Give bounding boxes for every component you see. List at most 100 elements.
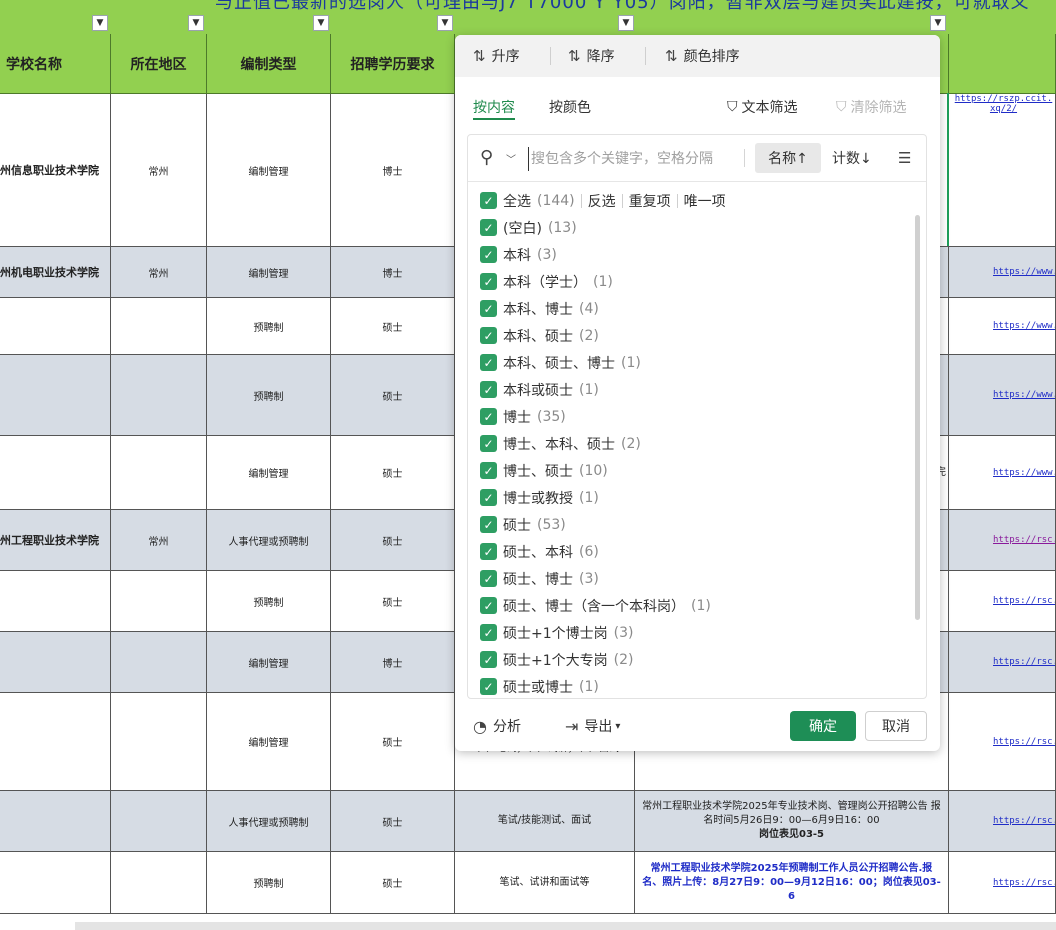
checkbox[interactable]: ✓ — [480, 597, 497, 614]
cell-staffing-type[interactable]: 人事代理或预聘制 — [207, 791, 331, 852]
checkbox[interactable]: ✓ — [480, 435, 497, 452]
checkbox[interactable]: ✓ — [480, 462, 497, 479]
cell-education[interactable]: 硕士 — [331, 298, 455, 355]
cell-region[interactable]: 常州 — [111, 94, 207, 247]
cell-education[interactable]: 硕士 — [331, 693, 455, 791]
cell-staffing-type[interactable]: 预聘制 — [207, 571, 331, 632]
cell-link[interactable]: https://rsc.c — [949, 510, 1056, 571]
hyperlink[interactable]: https://www.czi — [993, 321, 1055, 331]
sort-by-count-button[interactable]: 计数↓ — [832, 143, 872, 173]
cell-region[interactable] — [111, 852, 207, 914]
cell-school-name[interactable]: 州机电职业技术学院 — [0, 247, 111, 298]
checkbox[interactable]: ✓ — [480, 408, 497, 425]
cell-school-name[interactable] — [0, 632, 111, 693]
sort-descending-button[interactable]: ⇅ 降序 — [568, 35, 615, 77]
hyperlink[interactable]: https://rsc.c — [993, 596, 1055, 606]
checkbox[interactable]: ✓ — [480, 192, 497, 209]
filter-popup[interactable]: ⇅ 升序 ⇅ 降序 ⇅ 颜色排序 按内容 按颜色 ⛉ 文本筛选 ⛉ 清除筛选 ⚲… — [455, 35, 940, 751]
cell-education[interactable]: 博士 — [331, 247, 455, 298]
hyperlink[interactable]: xq/2/ — [990, 104, 1017, 114]
list-settings-icon[interactable]: ☰ — [898, 149, 911, 167]
cell-education[interactable]: 硕士 — [331, 510, 455, 571]
checkbox[interactable]: ✓ — [480, 327, 497, 344]
cell-staffing-type[interactable]: 编制管理 — [207, 632, 331, 693]
cell-education[interactable]: 博士 — [331, 94, 455, 247]
cell-school-name[interactable]: 州信息职业技术学院 — [0, 94, 111, 247]
checkbox[interactable]: ✓ — [480, 381, 497, 398]
sort-by-color-button[interactable]: ⇅ 颜色排序 — [665, 35, 740, 77]
checkbox[interactable]: ✓ — [480, 570, 497, 587]
checkbox[interactable]: ✓ — [480, 354, 497, 371]
clear-filter-button[interactable]: ⛉ 清除筛选 — [836, 97, 907, 117]
cell-staffing-type[interactable]: 预聘制 — [207, 355, 331, 436]
hyperlink[interactable]: https://www.czi — [993, 468, 1055, 478]
cell-staffing-type[interactable]: 编制管理 — [207, 247, 331, 298]
cell-region[interactable] — [111, 436, 207, 510]
list-item[interactable]: ✓ 本科、硕士 (2) — [480, 322, 599, 349]
header-staffing-type[interactable]: 编制类型 — [207, 34, 331, 94]
header-education[interactable]: 招聘学历要求 — [331, 34, 455, 94]
checkbox[interactable]: ✓ — [480, 219, 497, 236]
hyperlink[interactable]: https://rsc.c — [993, 657, 1055, 667]
list-item-select-all[interactable]: ✓ 全选 (144) 反选 重复项 唯一项 — [480, 187, 726, 214]
horizontal-scrollbar[interactable] — [75, 922, 1056, 930]
cell-staffing-type[interactable]: 预聘制 — [207, 852, 331, 914]
checkbox[interactable]: ✓ — [480, 651, 497, 668]
cell-link[interactable]: https://rsc.c — [949, 791, 1056, 852]
filter-dropdown-button[interactable]: ▼ — [188, 15, 204, 31]
cell-school-name[interactable] — [0, 355, 111, 436]
export-button[interactable]: ⇥ 导出 ▾ — [565, 716, 620, 736]
cell-exam-method[interactable]: 笔试/技能测试、面试 — [455, 791, 635, 852]
hyperlink[interactable]: https://www.czi — [993, 267, 1055, 277]
cell-region[interactable] — [111, 791, 207, 852]
cell-notice[interactable]: 常州工程职业技术学院2025年专业技术岗、管理岗公开招聘公告 报名时间5月26日… — [635, 791, 949, 852]
list-item[interactable]: ✓ 硕士 (53) — [480, 511, 566, 538]
list-item[interactable]: ✓ 硕士、本科 (6) — [480, 538, 599, 565]
tab-by-content[interactable]: 按内容 — [473, 97, 515, 117]
cell-region[interactable] — [111, 298, 207, 355]
list-item[interactable]: ✓ 硕士+1个博士岗 (3) — [480, 619, 633, 646]
list-item[interactable]: ✓ 博士、本科、硕士 (2) — [480, 430, 641, 457]
filter-dropdown-button[interactable]: ▼ — [930, 15, 946, 31]
cell-school-name[interactable] — [0, 693, 111, 791]
checkbox[interactable]: ✓ — [480, 246, 497, 263]
list-item[interactable]: ✓ 硕士、博士 (3) — [480, 565, 599, 592]
header-region[interactable]: 所在地区 — [111, 34, 207, 94]
filter-dropdown-button[interactable]: ▼ — [92, 15, 108, 31]
cell-school-name[interactable]: 州工程职业技术学院 — [0, 510, 111, 571]
list-item[interactable]: ✓ 硕士+1个大专岗 (2) — [480, 646, 633, 673]
tab-by-color[interactable]: 按颜色 — [549, 97, 591, 117]
hyperlink[interactable]: https://rsc.c — [993, 535, 1055, 545]
header-school-name[interactable]: 学校名称 — [0, 34, 111, 94]
list-item[interactable]: ✓ 硕士、博士（含一个本科岗） (1) — [480, 592, 711, 619]
cell-notice[interactable]: 常州工程职业技术学院2025年预聘制工作人员公开招聘公告.报名、照片上传：8月2… — [635, 852, 949, 914]
cell-link[interactable]: https://rsc.c — [949, 571, 1056, 632]
cell-link[interactable]: https://rsc.c — [949, 693, 1056, 791]
filter-dropdown-button[interactable]: ▼ — [618, 15, 634, 31]
cell-school-name[interactable] — [0, 571, 111, 632]
cell-region[interactable] — [111, 693, 207, 791]
cell-link[interactable]: https://rsc.c — [949, 852, 1056, 914]
cell-education[interactable]: 硕士 — [331, 791, 455, 852]
cell-school-name[interactable] — [0, 298, 111, 355]
cell-link[interactable]: https://www.czi — [949, 436, 1056, 510]
list-item[interactable]: ✓ 博士、硕士 (10) — [480, 457, 608, 484]
cell-education[interactable]: 硕士 — [331, 355, 455, 436]
sort-by-name-button[interactable]: 名称↑ — [755, 143, 821, 173]
cell-region[interactable]: 常州 — [111, 510, 207, 571]
list-item[interactable]: ✓ 博士 (35) — [480, 403, 566, 430]
header-link[interactable] — [949, 34, 1056, 94]
cell-staffing-type[interactable]: 预聘制 — [207, 298, 331, 355]
list-scrollbar[interactable] — [915, 215, 920, 620]
list-item[interactable]: ✓ 博士或教授 (1) — [480, 484, 599, 511]
sort-ascending-button[interactable]: ⇅ 升序 — [473, 35, 520, 77]
cell-staffing-type[interactable]: 编制管理 — [207, 436, 331, 510]
checkbox[interactable]: ✓ — [480, 543, 497, 560]
search-input[interactable] — [528, 147, 745, 171]
cell-education[interactable]: 硕士 — [331, 571, 455, 632]
cell-education[interactable]: 硕士 — [331, 852, 455, 914]
cell-region[interactable] — [111, 355, 207, 436]
text-filter-button[interactable]: ⛉ 文本筛选 — [727, 97, 798, 117]
cell-link[interactable]: https://www.czi — [949, 298, 1056, 355]
cell-education[interactable]: 硕士 — [331, 436, 455, 510]
